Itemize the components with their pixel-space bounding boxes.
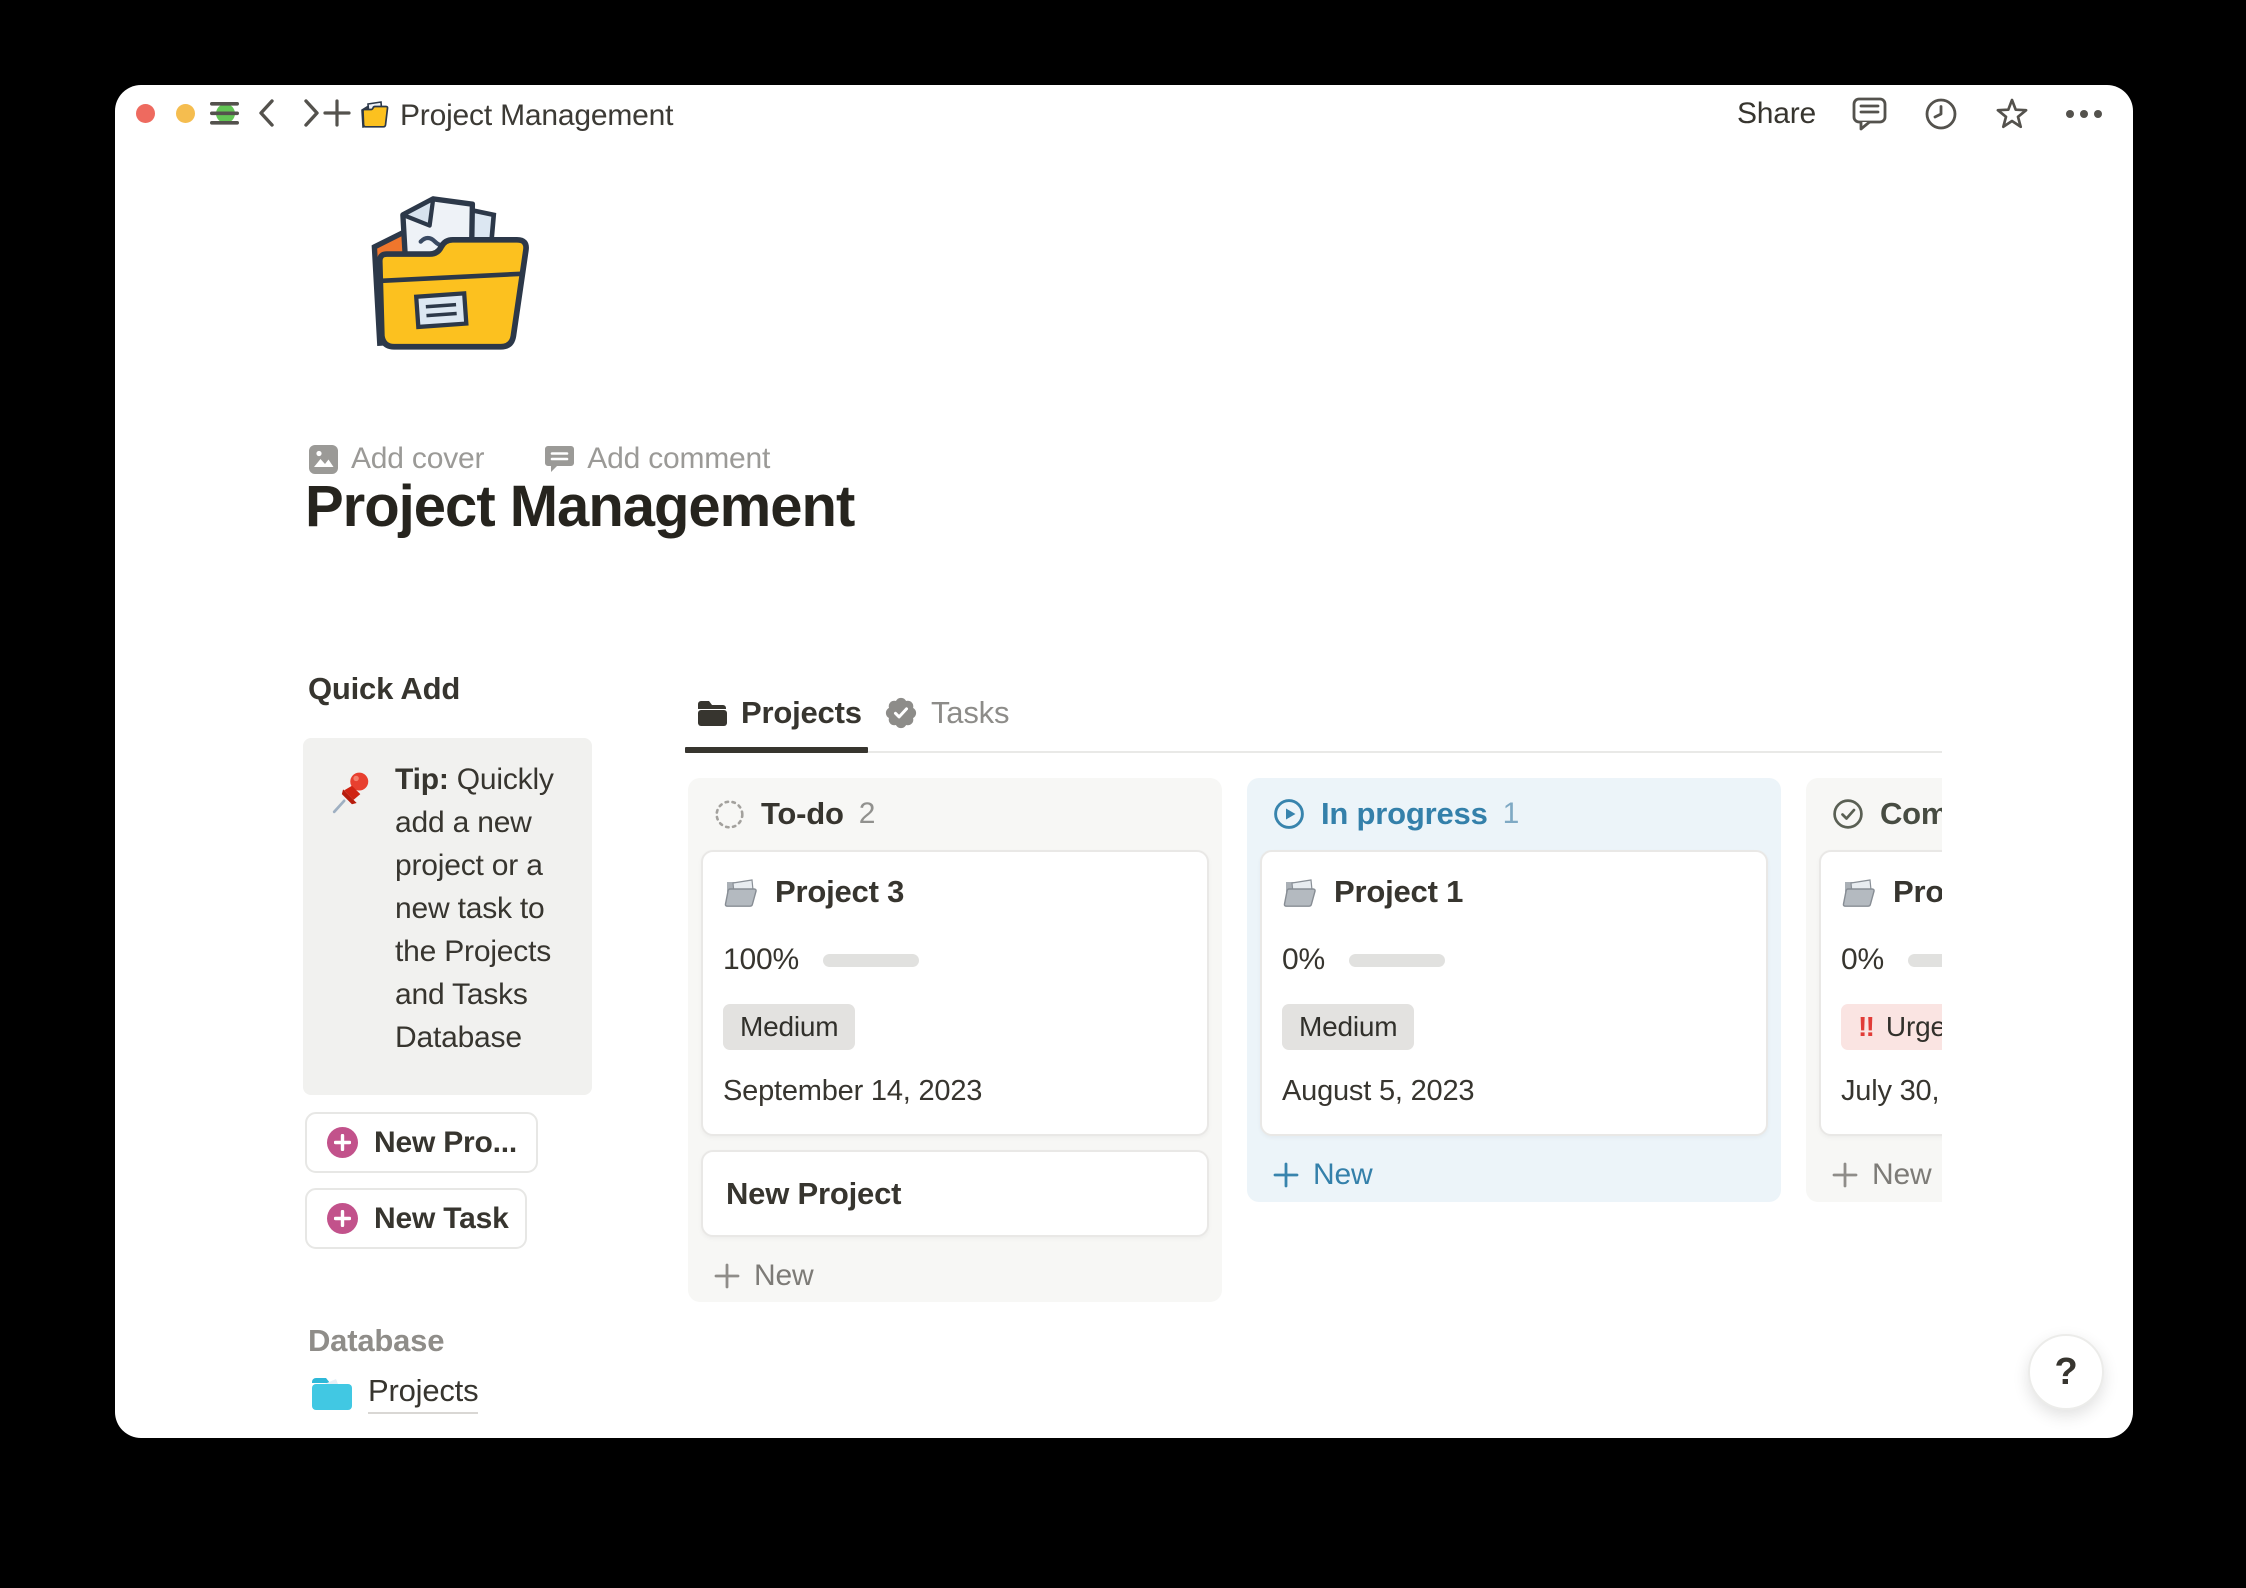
- gray-folder-icon: [1841, 877, 1876, 908]
- database-link-row: Projects: [310, 1373, 479, 1414]
- column-name: In progress: [1321, 796, 1488, 831]
- add-new-label: New: [754, 1259, 814, 1292]
- quick-add-heading: Quick Add: [308, 671, 461, 706]
- progress-label: 100%: [723, 943, 799, 976]
- tab-tasks-label: Tasks: [931, 695, 1010, 730]
- database-projects-link[interactable]: Projects: [368, 1373, 479, 1414]
- priority-label: Medium: [1299, 1011, 1398, 1042]
- new-task-button-label: New Task: [374, 1201, 509, 1235]
- tab-tasks[interactable]: Tasks: [885, 695, 1009, 731]
- add-comment-button[interactable]: Add comment: [587, 442, 770, 476]
- check-circle-icon: [1832, 798, 1864, 830]
- page-folder-emoji-icon: [358, 98, 392, 132]
- add-new-card-button[interactable]: New: [714, 1259, 1222, 1293]
- titlebar-actions: Share: [1737, 95, 2103, 133]
- card-project-3[interactable]: Project 3 100% Medium September 14, 2023: [701, 850, 1209, 1136]
- page-icon-open-folder[interactable]: [353, 181, 549, 361]
- cyan-folder-icon: [310, 1375, 354, 1413]
- column-count: 1: [1502, 797, 1520, 830]
- new-task-button[interactable]: New Task: [305, 1188, 527, 1249]
- page-head-actions: Add cover Add comment: [308, 442, 770, 476]
- priority-tag: ‼ Urgent: [1841, 1004, 1942, 1050]
- add-new-label: New: [1872, 1158, 1932, 1191]
- minimize-window-button[interactable]: [176, 104, 195, 123]
- new-tab-plus-icon[interactable]: [320, 96, 354, 130]
- folder-icon: [697, 700, 727, 727]
- double-exclamation-icon: ‼: [1858, 1011, 1875, 1042]
- favorite-star-icon[interactable]: [1994, 97, 2030, 132]
- column-todo: To-do 2 Project 3 100% Medium September …: [688, 778, 1222, 1302]
- card-title: Project 2: [1893, 874, 1942, 909]
- progress-bar: [1907, 953, 1942, 967]
- tab-projects-label: Projects: [741, 695, 862, 730]
- add-new-card-button[interactable]: New: [1273, 1158, 1781, 1192]
- badge-check-icon: [885, 697, 917, 729]
- share-button[interactable]: Share: [1737, 97, 1816, 131]
- column-completed: Completed Project 2 0%: [1806, 778, 1942, 1202]
- close-window-button[interactable]: [136, 104, 155, 123]
- column-in-progress-header[interactable]: In progress 1: [1247, 778, 1781, 832]
- card-project-1[interactable]: Project 1 0% Medium August 5, 2023: [1260, 850, 1768, 1136]
- gray-folder-icon: [723, 877, 758, 908]
- plus-circle-icon: [327, 1203, 358, 1234]
- comment-bubble-icon: [544, 444, 575, 475]
- progress-label: 0%: [1841, 943, 1884, 976]
- play-circle-icon: [1273, 798, 1305, 830]
- card-date: July 30, 2023: [1841, 1075, 1942, 1107]
- card-title: Project 3: [775, 874, 905, 909]
- progress-bar: [822, 953, 919, 967]
- app-window: Project Management Share Add cover Add c…: [115, 85, 2133, 1438]
- add-new-card-button[interactable]: New: [1832, 1158, 1942, 1192]
- column-completed-header[interactable]: Completed: [1806, 778, 1942, 832]
- more-options-icon[interactable]: [2065, 109, 2103, 119]
- add-new-label: New: [1313, 1158, 1373, 1191]
- plus-circle-icon: [327, 1127, 358, 1158]
- column-count: 2: [858, 797, 876, 830]
- tip-text-bold: Tip:: [395, 763, 449, 796]
- card-new-project[interactable]: New Project: [701, 1150, 1209, 1237]
- card-title: New Project: [726, 1175, 902, 1211]
- column-todo-header[interactable]: To-do 2: [688, 778, 1222, 832]
- database-heading: Database: [308, 1323, 445, 1358]
- priority-label: Medium: [740, 1011, 839, 1042]
- card-project-2[interactable]: Project 2 0% ‼ Urgent July 30, 2023: [1819, 850, 1942, 1136]
- comments-icon[interactable]: [1851, 96, 1888, 132]
- priority-tag: Medium: [1282, 1004, 1415, 1050]
- column-in-progress: In progress 1 Project 1 0% Medium August…: [1247, 778, 1781, 1202]
- tab-active-underline: [685, 747, 868, 753]
- image-icon: [308, 444, 339, 475]
- sidebar-menu-icon[interactable]: [207, 96, 241, 130]
- new-project-button[interactable]: New Pro...: [305, 1112, 538, 1173]
- history-clock-icon[interactable]: [1923, 96, 1959, 132]
- column-name: To-do: [761, 796, 844, 831]
- card-date: August 5, 2023: [1282, 1075, 1475, 1107]
- column-name: Completed: [1880, 796, 1942, 831]
- page-title: Project Management: [305, 474, 855, 539]
- dashed-circle-icon: [714, 799, 745, 830]
- tip-text-rest: Quickly add a new project or a new task …: [395, 763, 554, 1054]
- pushpin-icon: [329, 768, 377, 816]
- add-comment-group: Add comment: [544, 442, 770, 476]
- progress-bar: [1348, 953, 1445, 967]
- priority-label: Urgent: [1885, 1011, 1942, 1042]
- tip-callout: Tip: Quickly add a new project or a new …: [303, 738, 592, 1095]
- card-date: September 14, 2023: [723, 1075, 983, 1107]
- help-button[interactable]: ?: [2028, 1334, 2104, 1410]
- kanban-board: To-do 2 Project 3 100% Medium September …: [685, 778, 1942, 1323]
- back-icon[interactable]: [250, 96, 284, 130]
- tab-projects[interactable]: Projects: [697, 695, 862, 731]
- progress-label: 0%: [1282, 943, 1325, 976]
- priority-tag: Medium: [723, 1004, 856, 1050]
- card-title: Project 1: [1334, 874, 1464, 909]
- add-cover-button[interactable]: Add cover: [351, 442, 484, 476]
- window-title: Project Management: [400, 99, 674, 132]
- gray-folder-icon: [1282, 877, 1317, 908]
- new-project-button-label: New Pro...: [374, 1125, 518, 1159]
- tab-divider: [685, 751, 1942, 753]
- tip-text: Tip: Quickly add a new project or a new …: [395, 758, 577, 1059]
